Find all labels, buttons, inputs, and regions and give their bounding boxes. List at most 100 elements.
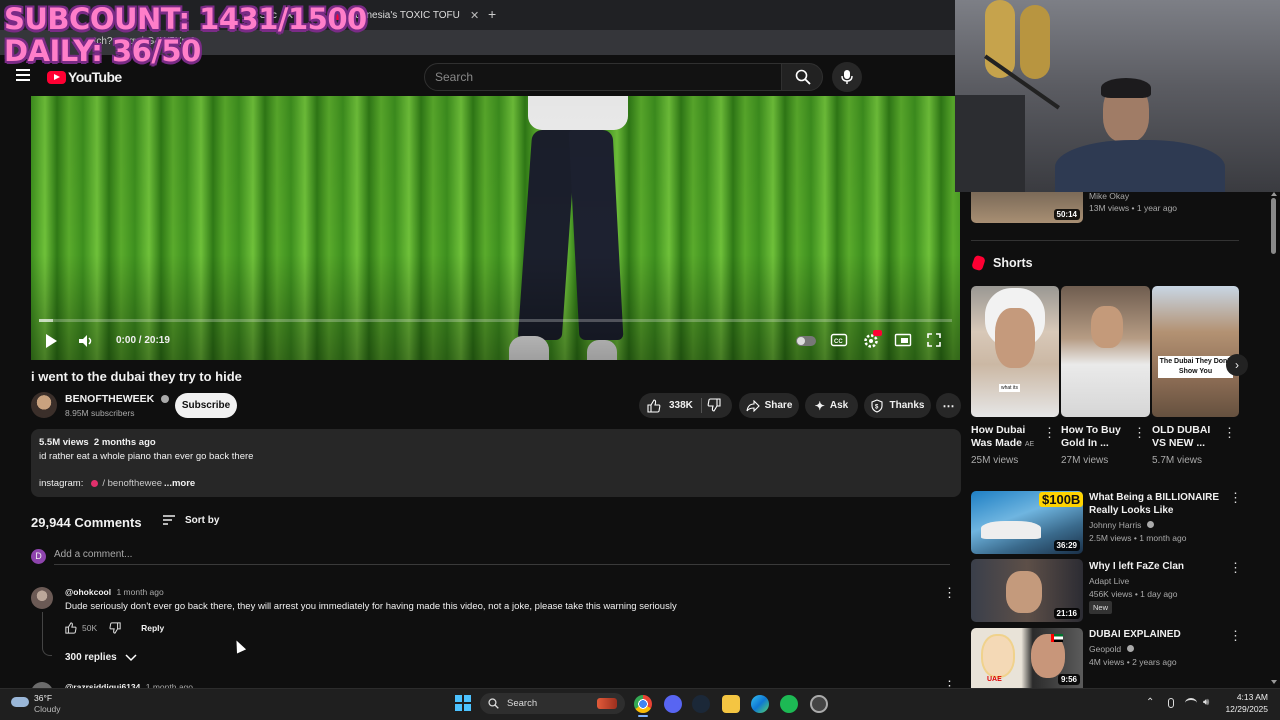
file-explorer-icon[interactable]: [722, 695, 740, 713]
short-thumbnail[interactable]: The Dubai They Don't Show You: [1152, 286, 1239, 417]
volume-icon: [79, 335, 92, 347]
fullscreen-button[interactable]: [926, 332, 948, 350]
video-menu-icon[interactable]: ⋮: [1229, 490, 1242, 506]
video-title[interactable]: Why I left FaZe Clan: [1089, 560, 1219, 573]
short-face: [1091, 306, 1123, 348]
video-thumbnail[interactable]: UAE 9:56: [971, 628, 1083, 688]
weather-cloud-icon[interactable]: [11, 697, 29, 707]
video-thumbnail[interactable]: 50:14: [971, 192, 1083, 223]
youtube-logo[interactable]: YouTube: [47, 69, 122, 85]
more-link[interactable]: ...more: [164, 478, 195, 489]
thumbs-down-icon[interactable]: [109, 622, 121, 634]
menu-icon[interactable]: [16, 69, 30, 81]
add-comment-input[interactable]: Add a comment...: [54, 549, 950, 565]
edge-icon[interactable]: [751, 695, 769, 713]
comment-author[interactable]: @ohokcool: [65, 587, 111, 597]
thanks-button[interactable]: $ Thanks: [864, 393, 931, 418]
video-channel[interactable]: Adapt Live: [1089, 576, 1129, 586]
dislike-button[interactable]: [707, 398, 721, 415]
video-title[interactable]: DUBAI EXPLAINED: [1089, 628, 1219, 641]
thread-line: [42, 612, 52, 656]
short-menu-icon[interactable]: ⋮: [1133, 425, 1146, 441]
short-caption: what its: [999, 384, 1020, 392]
description-box[interactable]: 5.5M views 2 months ago id rather eat a …: [31, 429, 961, 497]
steam-icon[interactable]: [692, 695, 710, 713]
mute-button[interactable]: [77, 332, 99, 350]
video-menu-icon[interactable]: ⋮: [1229, 628, 1242, 644]
autoplay-toggle[interactable]: [796, 336, 816, 346]
subscribe-button[interactable]: Subscribe: [175, 393, 237, 418]
weather-condition[interactable]: Cloudy: [34, 704, 60, 714]
short-title[interactable]: OLD DUBAI VS NEW ...: [1152, 424, 1222, 450]
wifi-icon[interactable]: [1185, 698, 1197, 708]
comment-menu-icon[interactable]: ⋮: [943, 585, 956, 601]
close-tab-icon[interactable]: ✕: [470, 9, 479, 22]
captions-button[interactable]: CC: [830, 332, 852, 350]
taskbar-search[interactable]: Search: [480, 693, 625, 714]
microphone-tray-icon[interactable]: [1168, 698, 1174, 708]
short-views: 25M views: [971, 455, 1019, 466]
sort-button[interactable]: Sort by: [162, 514, 219, 526]
short-menu-icon[interactable]: ⋮: [1043, 425, 1056, 441]
more-horizontal-icon: ⋯: [942, 398, 955, 413]
search-input[interactable]: Search: [424, 63, 782, 91]
video-title[interactable]: What Being a BILLIONAIRE Really Looks Li…: [1089, 491, 1219, 517]
volume-tray-icon[interactable]: 🔊︎: [1203, 697, 1209, 708]
shorts-next-button[interactable]: ›: [1226, 354, 1248, 376]
video-menu-icon[interactable]: ⋮: [1229, 560, 1242, 576]
comment-avatar[interactable]: [31, 587, 53, 609]
short-thumbnail[interactable]: what its: [971, 286, 1059, 417]
discord-icon[interactable]: [664, 695, 682, 713]
new-tab-button[interactable]: +: [488, 6, 496, 22]
video-duration: 21:16: [1053, 608, 1080, 619]
share-button[interactable]: Share: [739, 393, 799, 418]
instagram-line: instagram: / benofthewee ...more: [39, 478, 195, 489]
spotify-icon[interactable]: [780, 695, 798, 713]
microphone-icon: [841, 70, 853, 84]
more-actions-button[interactable]: ⋯: [936, 393, 961, 418]
short-views: 27M views: [1061, 455, 1109, 466]
short-menu-icon[interactable]: ⋮: [1223, 425, 1236, 441]
windows-start-icon[interactable]: [455, 695, 471, 711]
chevron-up-icon[interactable]: ⌃: [1146, 697, 1154, 708]
active-app-indicator: [638, 715, 648, 717]
like-button[interactable]: 338K: [647, 398, 693, 413]
scrollbar-thumb[interactable]: [1271, 198, 1276, 254]
short-thumbnail[interactable]: [1061, 286, 1150, 417]
scroll-up-arrow-icon[interactable]: [1271, 192, 1277, 196]
settings-button[interactable]: [862, 330, 884, 350]
thumbs-up-icon[interactable]: [65, 622, 77, 634]
obs-icon[interactable]: [810, 695, 828, 713]
video-channel[interactable]: Geopold: [1089, 644, 1134, 654]
theater-mode-button[interactable]: [894, 332, 916, 350]
page-scrollbar[interactable]: [1270, 192, 1278, 688]
video-thumbnail[interactable]: $100B 36:29: [971, 491, 1083, 554]
video-thumbnail[interactable]: 21:16: [971, 559, 1083, 622]
description-line: id rather eat a whole piano than ever go…: [39, 451, 254, 462]
reply-button[interactable]: Reply: [141, 623, 164, 633]
hd-badge: [873, 330, 882, 336]
verified-icon: [1146, 521, 1154, 528]
channel-name[interactable]: BENOFTHEWEEK: [65, 393, 170, 405]
comment-time[interactable]: 1 month ago: [116, 587, 163, 597]
voice-search-button[interactable]: [832, 62, 862, 92]
chrome-icon[interactable]: [634, 695, 652, 713]
ask-button[interactable]: ✦ Ask: [805, 393, 858, 418]
short-title[interactable]: How To Buy Gold In ...: [1061, 424, 1131, 450]
verified-icon: [1126, 645, 1134, 652]
channel-avatar[interactable]: [31, 392, 57, 418]
instagram-link[interactable]: / benofthewee: [102, 478, 162, 489]
taskbar-search-label: Search: [507, 698, 538, 709]
replies-toggle[interactable]: 300 replies: [65, 652, 137, 663]
progress-bar[interactable]: [39, 319, 952, 322]
short-title[interactable]: How Dubai Was Made AE: [971, 424, 1041, 451]
clock-time[interactable]: 4:13 AM: [1222, 692, 1268, 702]
scroll-down-arrow-icon[interactable]: [1271, 680, 1277, 684]
sparkle-icon: ✦: [814, 398, 825, 413]
weather-temp[interactable]: 36°F: [34, 693, 52, 703]
search-button[interactable]: [781, 63, 823, 91]
video-channel[interactable]: Mike Okay: [1089, 191, 1129, 201]
play-button[interactable]: [43, 332, 65, 350]
video-channel[interactable]: Johnny Harris: [1089, 520, 1154, 530]
clock-date[interactable]: 12/29/2025: [1222, 704, 1268, 714]
